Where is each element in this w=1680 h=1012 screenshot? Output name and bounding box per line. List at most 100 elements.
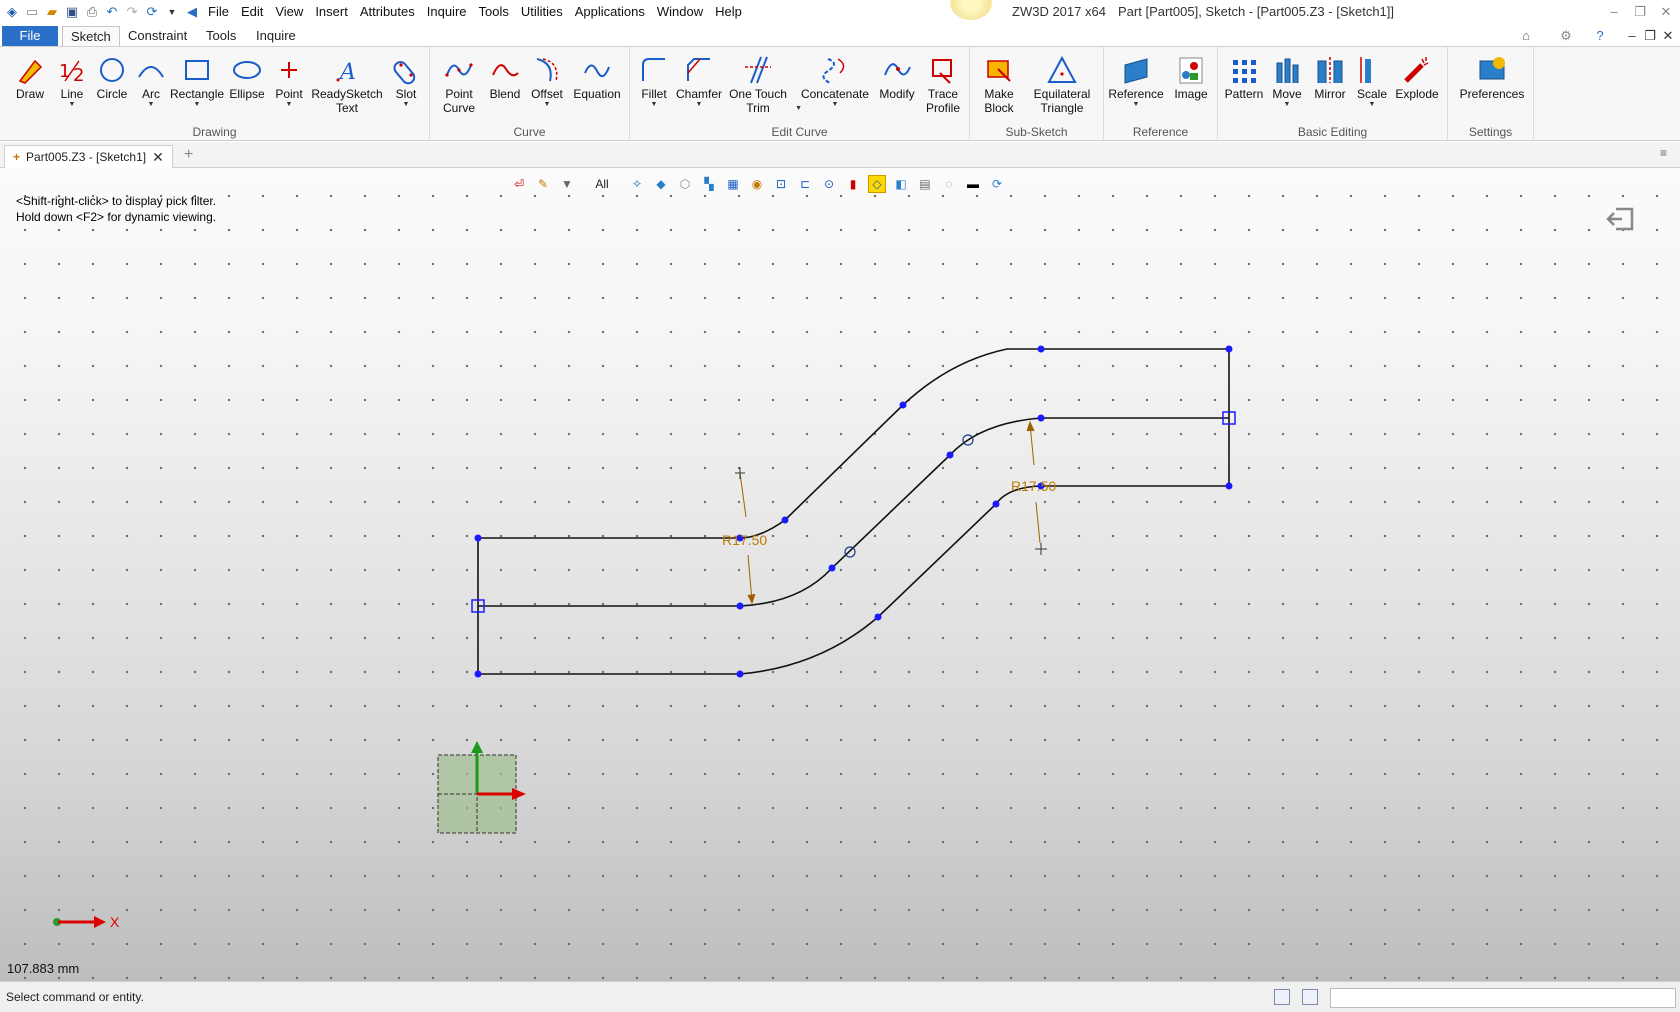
trace-profile-label: Trace Profile bbox=[925, 87, 960, 115]
undo-icon[interactable]: ↶ bbox=[102, 2, 122, 22]
equation-button[interactable]: Equation bbox=[570, 53, 624, 101]
concatenate-button[interactable]: Concatenate ▼ bbox=[798, 53, 872, 109]
reference-button[interactable]: Reference ▼ bbox=[1106, 53, 1166, 109]
triangle-icon bbox=[1047, 55, 1077, 83]
modify-button[interactable]: Modify bbox=[874, 53, 920, 101]
menu-file[interactable]: File bbox=[202, 0, 235, 24]
equation-label: Equation bbox=[573, 87, 621, 101]
equilateral-triangle-button[interactable]: Equilateral Triangle bbox=[1026, 53, 1098, 115]
preferences-button[interactable]: Preferences bbox=[1454, 53, 1530, 101]
measure-readout: 107.883 mm bbox=[7, 961, 80, 976]
move-button[interactable]: Move ▼ bbox=[1268, 53, 1306, 109]
mirror-button[interactable]: Mirror bbox=[1308, 53, 1352, 101]
new-file-icon[interactable]: ▭ bbox=[22, 2, 42, 22]
document-tab[interactable]: + Part005.Z3 - [Sketch1] ✕ bbox=[4, 145, 173, 168]
tab-list-icon[interactable]: ≡ bbox=[1660, 146, 1667, 160]
menu-view[interactable]: View bbox=[269, 0, 309, 24]
regen-icon[interactable]: ⟳ bbox=[142, 2, 162, 22]
modify-label: Modify bbox=[879, 87, 915, 101]
minimize-icon[interactable]: – bbox=[1602, 0, 1626, 24]
radius-dimension-2[interactable]: R17.50 bbox=[1011, 478, 1056, 494]
svg-text:1: 1 bbox=[59, 61, 70, 82]
app-logo-icon[interactable]: ◈ bbox=[2, 2, 22, 22]
status-panel-icon[interactable] bbox=[1274, 989, 1290, 1005]
trace-profile-button[interactable]: Trace Profile bbox=[920, 53, 966, 115]
tab-inquire[interactable]: Inquire bbox=[248, 26, 304, 46]
scale-icon bbox=[1360, 57, 1371, 83]
doc-close-icon[interactable]: ✕ bbox=[1656, 24, 1680, 48]
close-window-icon[interactable]: ✕ bbox=[1654, 0, 1678, 24]
explode-icon bbox=[1404, 57, 1429, 83]
preferences-label: Preferences bbox=[1459, 87, 1525, 101]
make-block-button[interactable]: Make Block bbox=[974, 53, 1024, 115]
group-reference: Reference ▼ Image Reference bbox=[1104, 47, 1218, 141]
group-sub-sketch-label: Sub-Sketch bbox=[1005, 125, 1068, 139]
group-curve: Point Curve Blend Offset ▼ Equation Curv… bbox=[430, 47, 630, 141]
command-input[interactable] bbox=[1330, 988, 1676, 1008]
svg-text:2: 2 bbox=[73, 65, 84, 85]
group-drawing: Draw 12 Line ▼ Circle Arc ▼ Rectangle ▼ … bbox=[0, 47, 430, 141]
ellipse-button[interactable]: Ellipse bbox=[226, 53, 268, 101]
quick-access-dropdown-icon[interactable]: ▼ bbox=[162, 2, 182, 22]
menu-utilities[interactable]: Utilities bbox=[515, 0, 569, 24]
group-basic-editing-label: Basic Editing bbox=[1297, 125, 1368, 139]
image-button[interactable]: Image bbox=[1168, 53, 1214, 101]
offset-button[interactable]: Offset ▼ bbox=[526, 53, 568, 109]
fillet-button[interactable]: Fillet ▼ bbox=[634, 53, 674, 109]
arc-button[interactable]: Arc ▼ bbox=[132, 53, 170, 109]
menu-inquire[interactable]: Inquire bbox=[421, 0, 473, 24]
menu-help[interactable]: Help bbox=[709, 0, 748, 24]
draw-label: Draw bbox=[15, 87, 44, 101]
scale-button[interactable]: Scale ▼ bbox=[1354, 53, 1390, 109]
menu-tools[interactable]: Tools bbox=[473, 0, 515, 24]
draw-button[interactable]: Draw bbox=[10, 53, 50, 101]
back-arrow-icon[interactable]: ◀ bbox=[182, 2, 202, 22]
point-curve-button[interactable]: Point Curve bbox=[436, 53, 482, 115]
tab-sketch[interactable]: Sketch bbox=[62, 26, 120, 46]
close-tab-icon[interactable]: ✕ bbox=[152, 146, 164, 168]
line-button[interactable]: 12 Line ▼ bbox=[52, 53, 92, 109]
tab-constraint[interactable]: Constraint bbox=[120, 26, 195, 46]
sketch-profile[interactable] bbox=[477, 348, 1230, 675]
menu-applications[interactable]: Applications bbox=[569, 0, 651, 24]
help-icon[interactable]: ? bbox=[1588, 24, 1612, 48]
chamfer-button[interactable]: Chamfer ▼ bbox=[674, 53, 724, 109]
redo-icon[interactable]: ↷ bbox=[122, 2, 142, 22]
group-drawing-label: Drawing bbox=[192, 125, 237, 139]
equation-icon bbox=[584, 64, 610, 78]
image-icon bbox=[1179, 57, 1203, 84]
open-folder-icon[interactable]: ▰ bbox=[42, 2, 62, 22]
tab-tools[interactable]: Tools bbox=[198, 26, 244, 46]
status-list-icon[interactable] bbox=[1302, 989, 1318, 1005]
midpoint-markers[interactable] bbox=[471, 411, 1236, 613]
pattern-button[interactable]: Pattern bbox=[1222, 53, 1266, 101]
restore-icon[interactable]: ❐ bbox=[1628, 0, 1652, 24]
one-touch-trim-button[interactable]: One Touch Trim ▼ bbox=[726, 53, 802, 115]
sketch-points[interactable] bbox=[474, 345, 1233, 678]
menu-attributes[interactable]: Attributes bbox=[354, 0, 421, 24]
readysketch-text-button[interactable]: A ReadySketch Text bbox=[310, 53, 384, 115]
point-icon bbox=[281, 62, 297, 78]
settings-gear-icon[interactable]: ⚙ bbox=[1554, 24, 1578, 48]
radius-dimension-1[interactable]: R17.50 bbox=[722, 532, 767, 548]
point-button[interactable]: Point ▼ bbox=[270, 53, 308, 109]
print-icon[interactable]: ⎙ bbox=[82, 2, 102, 22]
svg-text:A: A bbox=[338, 60, 356, 85]
tab-file[interactable]: File bbox=[2, 26, 58, 46]
save-icon[interactable]: ▣ bbox=[62, 2, 82, 22]
middle-curve bbox=[478, 417, 1229, 607]
slot-button[interactable]: Slot ▼ bbox=[388, 53, 424, 109]
circle-button[interactable]: Circle bbox=[92, 53, 132, 101]
menu-edit[interactable]: Edit bbox=[235, 0, 269, 24]
add-tab-icon[interactable]: + bbox=[184, 146, 193, 164]
blend-button[interactable]: Blend bbox=[484, 53, 526, 101]
explode-button[interactable]: Explode bbox=[1392, 53, 1442, 101]
collapse-ribbon-icon[interactable]: ⌂ bbox=[1514, 24, 1538, 48]
mirror-label: Mirror bbox=[1314, 87, 1346, 101]
graphics-viewport[interactable]: <Shift-right-click> to display pick filt… bbox=[0, 169, 1680, 981]
rectangle-button[interactable]: Rectangle ▼ bbox=[170, 53, 224, 109]
make-block-label: Make Block bbox=[984, 87, 1014, 115]
arc-label: Arc bbox=[142, 87, 160, 101]
menu-insert[interactable]: Insert bbox=[309, 0, 354, 24]
menu-window[interactable]: Window bbox=[651, 0, 709, 24]
